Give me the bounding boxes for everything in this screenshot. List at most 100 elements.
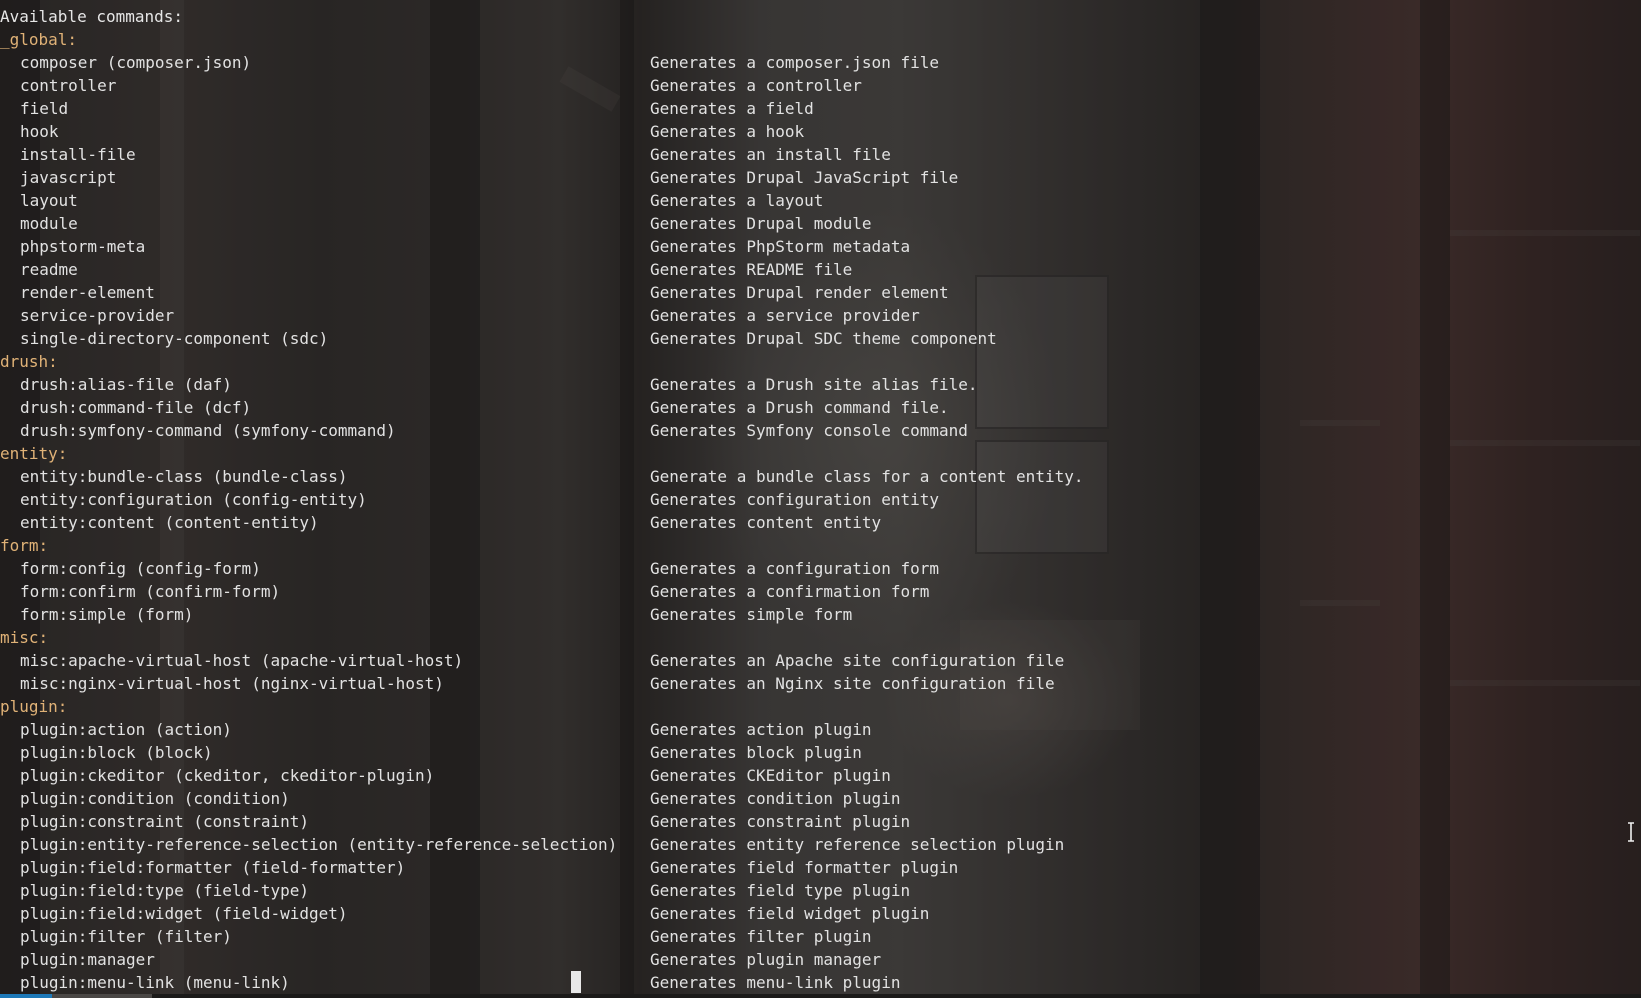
command-row: javascript Generates Drupal JavaScript fi… [0,166,1641,189]
command-name: plugin:action (action) [20,720,232,739]
command-name: plugin:constraint (constraint) [20,812,309,831]
command-row: plugin:condition (condition) Generates co… [0,787,1641,810]
command-name: entity:bundle-class (bundle-class) [20,467,348,486]
command-description: Generates PhpStorm metadata [650,237,911,256]
command-name: plugin:condition (condition) [20,789,290,808]
command-row: phpstorm-meta Generates PhpStorm metadata [0,235,1641,258]
command-row: plugin:field:widget (field-widget) Genera… [0,902,1641,925]
command-description: Generates Drupal SDC theme component [650,329,997,348]
command-description: Generates condition plugin [650,789,901,808]
command-row: drush:alias-file (daf) Generates a Drush … [0,373,1641,396]
command-description: Generates field type plugin [650,881,911,900]
command-name: hook [20,122,59,141]
group-label: misc: [0,628,49,647]
command-name: entity:configuration (config-entity) [20,490,367,509]
command-description: Generates configuration entity [650,490,939,509]
group-label: _global: [0,30,78,49]
command-row: plugin:entity-reference-selection (entit… [0,833,1641,856]
group-label: drush: [0,352,58,371]
command-name: javascript [20,168,117,187]
command-description: Generates field formatter plugin [650,858,959,877]
command-row: install-file Generates an install file [0,143,1641,166]
command-name: single-directory-component (sdc) [20,329,329,348]
command-description: Generates Drupal JavaScript file [650,168,959,187]
command-description: Generates filter plugin [650,927,872,946]
command-name: plugin:field:widget (field-widget) [20,904,348,923]
command-name: field [20,99,69,118]
command-name: plugin:field:type (field-type) [20,881,309,900]
command-description: Generates Drupal module [650,214,872,233]
command-row: form:config (config-form) Generates a con… [0,557,1641,580]
command-name: install-file [20,145,136,164]
command-row: module Generates Drupal module [0,212,1641,235]
command-description: Generates menu-link plugin [650,973,901,992]
command-name: plugin:field:formatter (field-formatter) [20,858,406,877]
block-cursor-icon [571,971,581,993]
command-row: plugin:manager Generates plugin manager [0,948,1641,971]
command-name: misc:nginx-virtual-host (nginx-virtual-h… [20,674,444,693]
command-name: readme [20,260,78,279]
command-description: Generates a controller [650,76,862,95]
command-row: plugin:constraint (constraint) Generates … [0,810,1641,833]
command-row: plugin:ckeditor (ckeditor, ckeditor-plug… [0,764,1641,787]
command-name: plugin:ckeditor (ckeditor, ckeditor-plug… [20,766,435,785]
command-description: Generates a field [650,99,814,118]
command-name: drush:command-file (dcf) [20,398,252,417]
group-label: form: [0,536,49,555]
command-description: Generates README file [650,260,853,279]
command-description: Generates simple form [650,605,853,624]
command-row: plugin:block (block) Generates block plug… [0,741,1641,764]
command-row: plugin:field:formatter (field-formatter)… [0,856,1641,879]
command-row: layout Generates a layout [0,189,1641,212]
status-bar [0,994,1641,998]
command-name: layout [20,191,78,210]
command-name: plugin:entity-reference-selection (entit… [20,835,618,854]
command-row: plugin:filter (filter) Generates filter p… [0,925,1641,948]
command-name: form:config (config-form) [20,559,261,578]
command-name: plugin:manager [20,950,155,969]
command-name: entity:content (content-entity) [20,513,319,532]
command-row: hook Generates a hook [0,120,1641,143]
command-row: misc:nginx-virtual-host (nginx-virtual-h… [0,672,1641,695]
command-name: phpstorm-meta [20,237,146,256]
command-name: controller [20,76,117,95]
command-row: misc:apache-virtual-host (apache-virtual… [0,649,1641,672]
command-row: entity:content (content-entity) Generates… [0,511,1641,534]
command-row: plugin:field:type (field-type) Generates … [0,879,1641,902]
command-description: Generates field widget plugin [650,904,930,923]
command-row: plugin:action (action) Generates action p… [0,718,1641,741]
command-name: form:confirm (confirm-form) [20,582,281,601]
command-name: plugin:filter (filter) [20,927,232,946]
output-header: Available commands: [0,7,184,26]
command-description: Generates a service provider [650,306,920,325]
command-description: Generates an Apache site configuration f… [650,651,1065,670]
command-name: module [20,214,78,233]
command-description: Generates a composer.json file [650,53,939,72]
command-row: plugin:menu-link (menu-link) Generates me… [0,971,1641,994]
command-description: Generates plugin manager [650,950,882,969]
command-description: Generates block plugin [650,743,862,762]
command-name: composer (composer.json) [20,53,252,72]
command-description: Generates action plugin [650,720,872,739]
command-description: Generates a confirmation form [650,582,930,601]
command-row: field Generates a field [0,97,1641,120]
command-row: controller Generates a controller [0,74,1641,97]
i-beam-cursor-icon [1628,822,1634,842]
command-name: plugin:block (block) [20,743,213,762]
command-row: readme Generates README file [0,258,1641,281]
command-description: Generates a layout [650,191,824,210]
command-name: service-provider [20,306,175,325]
command-description: Generates a configuration form [650,559,939,578]
command-description: Generate a bundle class for a content en… [650,467,1084,486]
command-description: Generates entity reference selection plu… [650,835,1065,854]
command-description: Generates content entity [650,513,882,532]
command-description: Generates Drupal render element [650,283,949,302]
command-row: drush:command-file (dcf) Generates a Drus… [0,396,1641,419]
command-description: Generates a hook [650,122,805,141]
command-description: Generates a Drush command file. [650,398,949,417]
command-row: single-directory-component (sdc) Generate… [0,327,1641,350]
command-row: composer (composer.json) Generates a comp… [0,51,1641,74]
command-name: drush:symfony-command (symfony-command) [20,421,396,440]
terminal-output[interactable]: Available commands: _global: composer (co… [0,0,1641,998]
command-description: Generates a Drush site alias file. [650,375,978,394]
